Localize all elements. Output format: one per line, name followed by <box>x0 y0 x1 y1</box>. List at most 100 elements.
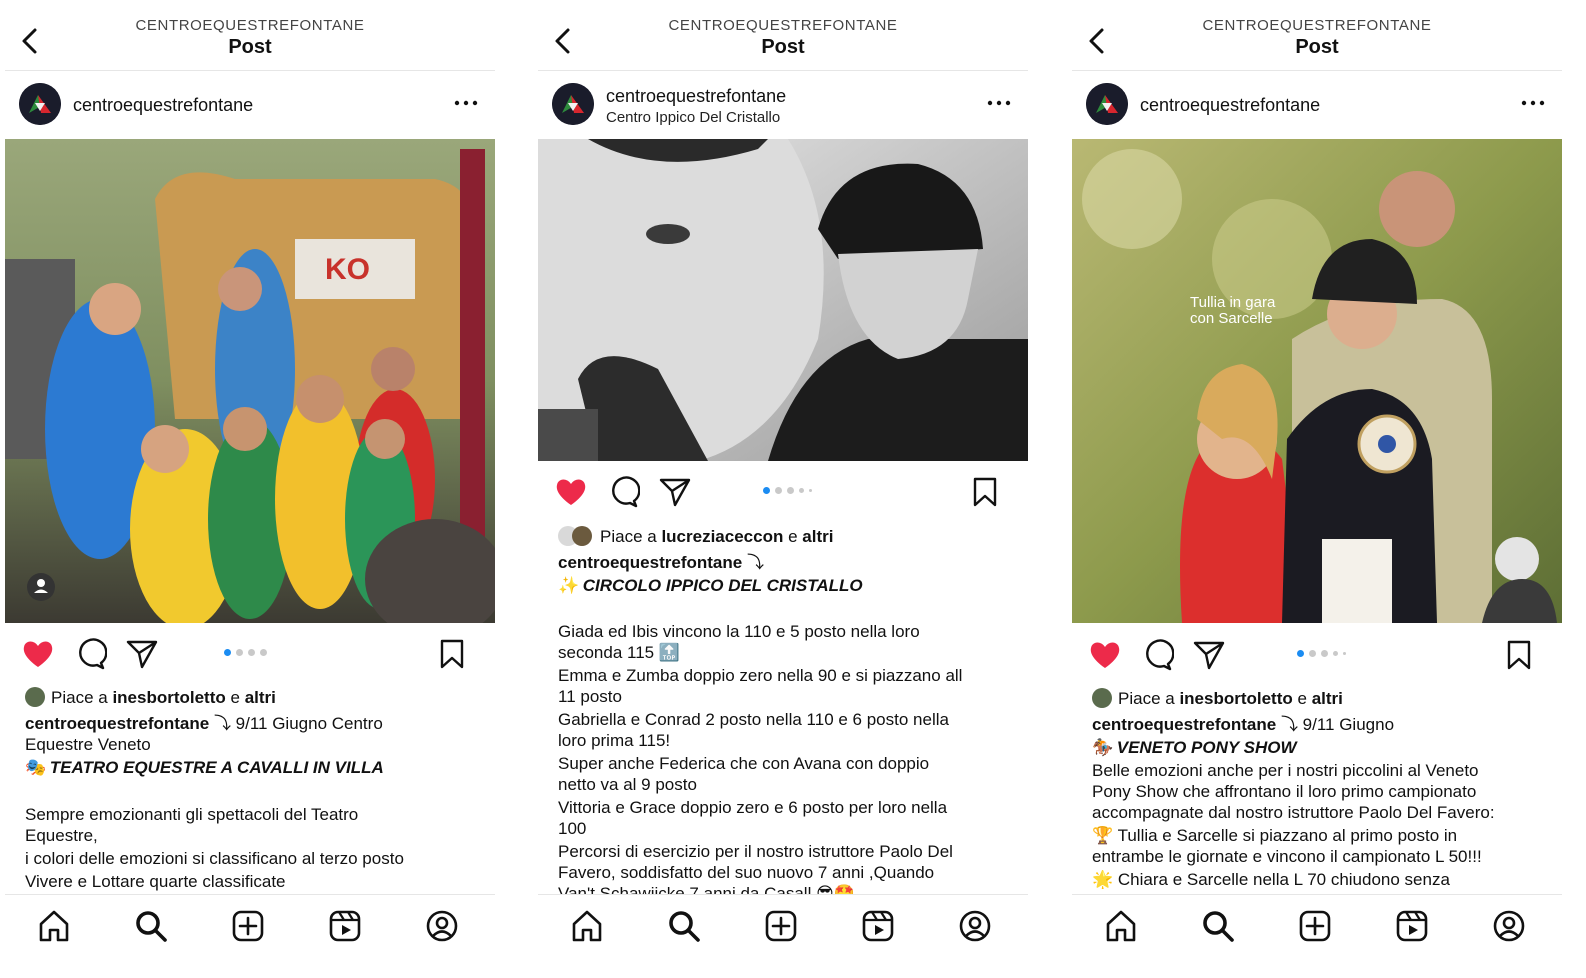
top-bar: CENTROEQUESTREFONTANE Post <box>5 0 495 71</box>
create-icon[interactable] <box>1296 907 1334 945</box>
caption-author[interactable]: centroequestrefontane <box>25 714 209 733</box>
carousel-indicator <box>1297 649 1357 659</box>
bookmark-icon[interactable] <box>968 475 1002 509</box>
likes-others[interactable]: altri <box>802 527 833 546</box>
image-overlay-text: Tullia in gara <box>1190 294 1276 311</box>
comment-icon[interactable] <box>606 475 640 509</box>
likes-others[interactable]: altri <box>1312 689 1343 708</box>
bookmark-icon[interactable] <box>1502 638 1536 672</box>
svg-text:KO: KO <box>325 253 370 286</box>
caption-body-line: 🌟 Chiara e Sarcelle nella L 70 chiudono … <box>1092 870 1450 889</box>
horse-racing-icon: 🏇 <box>1092 738 1114 757</box>
caption-body-line: accompagnate dal nostro istruttore Paolo… <box>1092 803 1495 822</box>
caption-line: centroequestrefontane ⤵ 9/11 Giugno <box>1092 714 1542 735</box>
post-caption: Piace a lucreziaceccon e altri centroequ… <box>558 526 1008 904</box>
caption-body-line: Vivere e Lottare quarte classificate <box>25 872 286 891</box>
like-heart-icon[interactable] <box>554 475 588 509</box>
page-title: Post <box>1295 36 1339 58</box>
home-icon[interactable] <box>1102 907 1140 945</box>
post-photo[interactable]: Tullia in gara con Sarcelle <box>1072 139 1562 623</box>
liker-avatars <box>558 526 594 546</box>
headline-text: CIRCOLO IPPICO DEL CRISTALLO <box>582 576 863 595</box>
account-name[interactable]: centroequestrefontane <box>1140 95 1320 116</box>
caption-headline: 🎭 TEATRO EQUESTRE A CAVALLI IN VILLA <box>25 757 475 778</box>
comment-icon[interactable] <box>1140 638 1174 672</box>
post-photo[interactable] <box>538 139 1028 461</box>
post-image <box>538 139 1028 461</box>
home-icon[interactable] <box>35 907 73 945</box>
likes-row: Piace a inesbortoletto e altri <box>25 687 475 708</box>
caption-body-line: Equestre, <box>25 826 98 845</box>
caption-body-line: Pony Show che affrontano il loro primo c… <box>1092 782 1477 801</box>
post-panel-3: CENTROEQUESTREFONTANE Post centroequestr… <box>1072 0 1562 978</box>
caption-headline: ✨ CIRCOLO IPPICO DEL CRISTALLO <box>558 575 1008 596</box>
caption-line: Equestre Veneto <box>25 735 151 754</box>
top-account-name: CENTROEQUESTREFONTANE <box>668 17 898 34</box>
caption-text: ⤵ 9/11 Giugno Centro <box>213 714 383 733</box>
avatar[interactable] <box>1086 83 1128 125</box>
caption-line: centroequestrefontane ⤵ <box>558 552 1008 573</box>
account-name[interactable]: centroequestrefontane <box>606 86 786 107</box>
more-options-icon[interactable] <box>986 96 1012 110</box>
liker-username[interactable]: lucreziaceccon <box>661 527 783 546</box>
post-actions <box>538 469 1028 513</box>
post-image: Tullia in gara con Sarcelle <box>1072 139 1562 623</box>
caption-body-line: Gabriella e Conrad 2 posto nella 110 e 6… <box>558 710 949 729</box>
create-icon[interactable] <box>229 907 267 945</box>
share-icon[interactable] <box>125 637 159 671</box>
reels-icon[interactable] <box>326 907 364 945</box>
comment-icon[interactable] <box>73 637 107 671</box>
avatar[interactable] <box>552 83 594 125</box>
more-options-icon[interactable] <box>453 96 479 110</box>
home-icon[interactable] <box>568 907 606 945</box>
reels-icon[interactable] <box>1393 907 1431 945</box>
likes-row: Piace a inesbortoletto e altri <box>1092 688 1542 709</box>
share-icon[interactable] <box>1192 638 1226 672</box>
search-icon[interactable] <box>1199 907 1237 945</box>
liker-username[interactable]: inesbortoletto <box>1179 689 1292 708</box>
caption-body-line: loro prima 115! <box>558 731 671 750</box>
caption-author[interactable]: centroequestrefontane <box>1092 715 1276 734</box>
more-options-icon[interactable] <box>1520 96 1546 110</box>
caption-body-line: 100 <box>558 819 587 838</box>
bookmark-icon[interactable] <box>435 637 469 671</box>
share-icon[interactable] <box>658 475 692 509</box>
profile-icon[interactable] <box>423 907 461 945</box>
profile-icon[interactable] <box>1490 907 1528 945</box>
post-caption: Piace a inesbortoletto e altri centroequ… <box>25 687 475 892</box>
likes-prefix: Piace a <box>1118 689 1175 708</box>
search-icon[interactable] <box>665 907 703 945</box>
caption-author[interactable]: centroequestrefontane <box>558 553 742 572</box>
page-title: Post <box>228 36 272 58</box>
post-actions <box>1072 632 1562 676</box>
account-name[interactable]: centroequestrefontane <box>73 95 253 116</box>
top-account-name: CENTROEQUESTREFONTANE <box>135 17 365 34</box>
headline-text: TEATRO EQUESTRE A CAVALLI IN VILLA <box>49 758 384 777</box>
reels-icon[interactable] <box>859 907 897 945</box>
theater-masks-icon: 🎭 <box>25 758 47 777</box>
liker-username[interactable]: inesbortoletto <box>112 688 225 707</box>
caption-body-line: 11 posto <box>558 687 622 706</box>
likes-others[interactable]: altri <box>245 688 276 707</box>
profile-icon[interactable] <box>956 907 994 945</box>
likes-row: Piace a lucreziaceccon e altri <box>558 526 1008 547</box>
carousel-indicator <box>224 648 284 658</box>
caption-body-line: Emma e Zumba doppio zero nella 90 e si p… <box>558 666 963 685</box>
create-icon[interactable] <box>762 907 800 945</box>
caption-headline: 🏇 VENETO PONY SHOW <box>1092 737 1542 758</box>
like-heart-icon[interactable] <box>1088 638 1122 672</box>
post-panel-1: CENTROEQUESTREFONTANE Post centroequestr… <box>5 0 495 978</box>
avatar[interactable] <box>19 83 61 125</box>
location-link[interactable]: Centro Ippico Del Cristallo <box>606 109 780 126</box>
caption-body-line: seconda 115 🔝 <box>558 643 680 662</box>
bottom-tab-bar <box>5 894 495 978</box>
like-heart-icon[interactable] <box>21 637 55 671</box>
caption-line: centroequestrefontane ⤵ 9/11 Giugno Cent… <box>25 713 475 734</box>
caption-body-line: Sempre emozionanti gli spettacoli del Te… <box>25 805 359 824</box>
search-icon[interactable] <box>132 907 170 945</box>
caption-body-line: netto va al 9 posto <box>558 775 697 794</box>
caption-body-line: Belle emozioni anche per i nostri piccol… <box>1092 761 1479 780</box>
likes-and: e <box>1297 689 1307 708</box>
caption-body-line: Super anche Federica che con Avana con d… <box>558 754 930 773</box>
post-photo[interactable]: KO <box>5 139 495 623</box>
